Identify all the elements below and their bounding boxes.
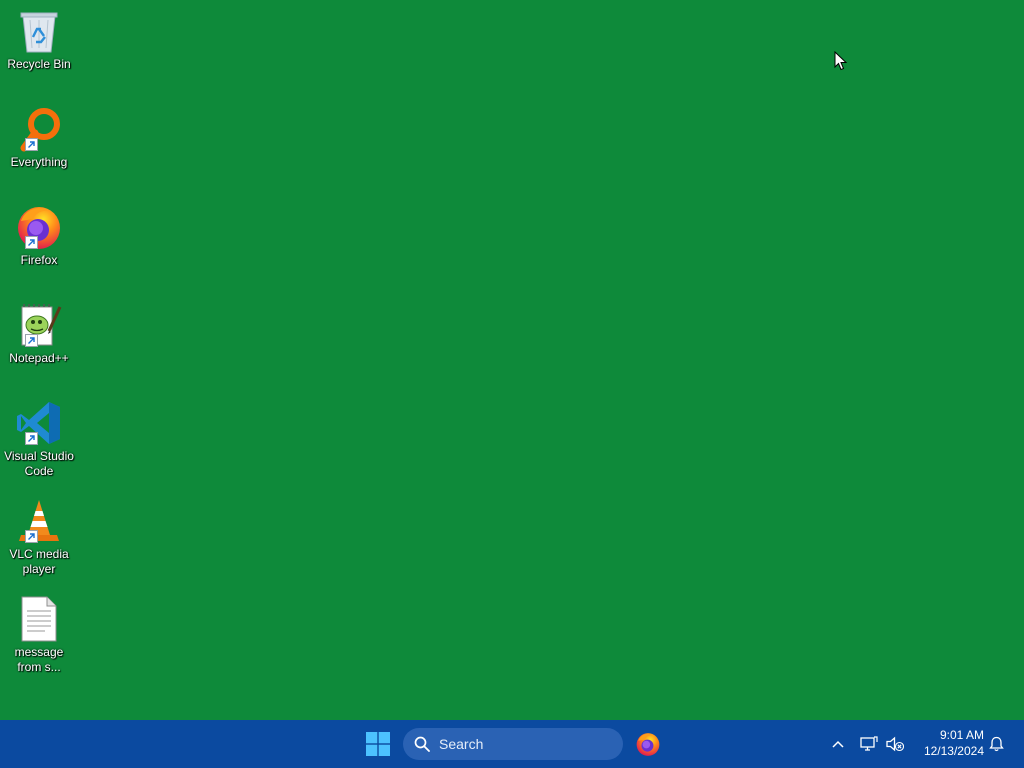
shortcut-arrow-icon: [25, 530, 38, 543]
desktop-icon-vscode[interactable]: Visual Studio Code: [2, 398, 76, 479]
firefox-icon: [636, 733, 660, 756]
notifications-button[interactable]: [986, 734, 1006, 754]
taskbar-search-box[interactable]: Search: [403, 728, 623, 760]
taskbar-clock[interactable]: 9:01 AM 12/13/2024: [910, 727, 984, 759]
taskbar: Search 9:01 AM 12/13/2024: [0, 720, 1024, 768]
bell-icon: [988, 736, 1004, 752]
desktop-background: Recycle Bin Everything Firefox Notepad++…: [0, 0, 1024, 720]
shortcut-arrow-icon: [25, 236, 38, 249]
volume-button[interactable]: [884, 734, 906, 754]
chevron-up-icon: [832, 740, 844, 748]
desktop-icon-label: Everything: [10, 155, 68, 169]
clock-date: 12/13/2024: [923, 744, 984, 758]
desktop-icon-label: Recycle Bin: [7, 57, 71, 71]
shortcut-arrow-icon: [25, 334, 38, 347]
desktop-icon-label: Visual Studio Code: [4, 449, 74, 478]
network-icon: [860, 736, 878, 751]
taskbar-firefox-button[interactable]: [628, 724, 668, 764]
desktop-icon-firefox[interactable]: Firefox: [2, 202, 76, 268]
vscode-icon: [14, 398, 64, 448]
clock-time: 9:01 AM: [939, 728, 984, 742]
network-button[interactable]: [858, 734, 880, 754]
firefox-icon: [14, 202, 64, 252]
show-hidden-icons-button[interactable]: [828, 734, 848, 754]
shortcut-arrow-icon: [25, 138, 38, 151]
start-button[interactable]: [358, 724, 398, 764]
desktop-icon-label: message from s...: [14, 645, 64, 674]
search-label: Search: [439, 736, 484, 752]
shortcut-arrow-icon: [25, 432, 38, 445]
mouse-cursor-icon: [834, 51, 848, 71]
notepad-plus-plus-icon: [14, 300, 64, 350]
desktop-icon-everything[interactable]: Everything: [2, 104, 76, 170]
desktop-icon-label: Firefox: [20, 253, 58, 267]
desktop-icon-label: Notepad++: [9, 351, 69, 365]
everything-search-icon: [14, 104, 64, 154]
desktop-icon-message-file[interactable]: message from s...: [2, 594, 76, 675]
desktop-icon-recycle-bin[interactable]: Recycle Bin: [2, 6, 76, 72]
desktop-icon-label: VLC media player: [9, 547, 69, 576]
volume-muted-icon: [886, 736, 904, 752]
recycle-bin-icon: [14, 6, 64, 56]
vlc-icon: [14, 496, 64, 546]
desktop-icon-vlc[interactable]: VLC media player: [2, 496, 76, 577]
desktop-icon-notepad-plus-plus[interactable]: Notepad++: [2, 300, 76, 366]
windows-start-icon: [366, 732, 390, 756]
search-icon: [413, 735, 431, 753]
text-document-icon: [14, 594, 64, 644]
